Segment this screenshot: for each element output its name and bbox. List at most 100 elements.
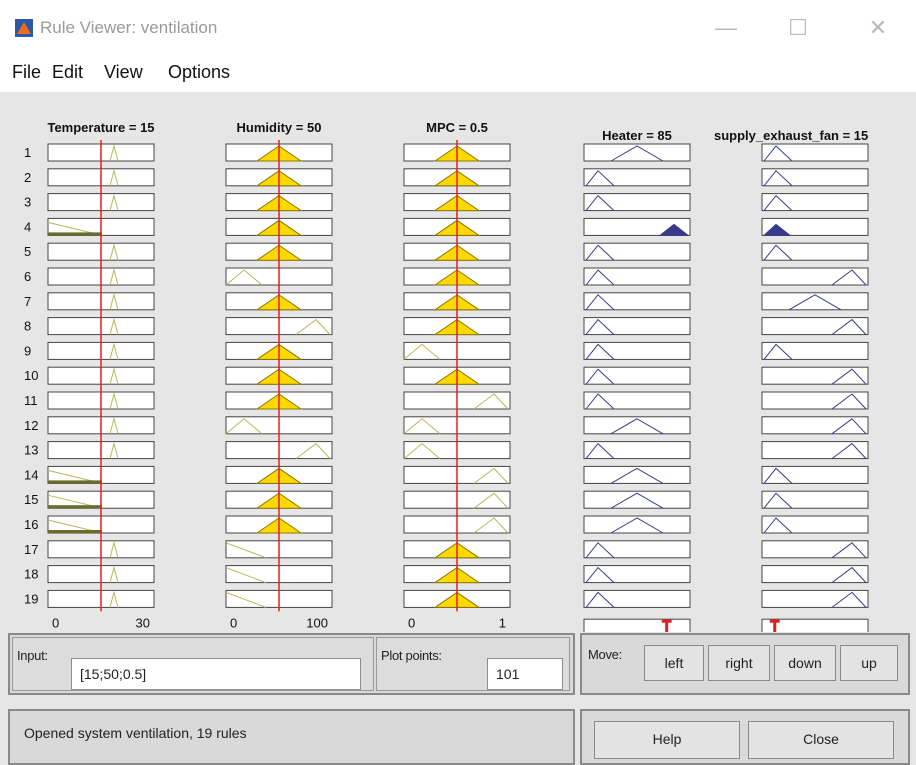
status-panel: Opened system ventilation, 19 rules xyxy=(8,709,575,765)
rule-number[interactable]: 7 xyxy=(24,294,31,309)
rule-18-var-4[interactable] xyxy=(583,565,691,584)
status-text: Opened system ventilation, 19 rules xyxy=(24,725,247,741)
rule-19-var-5[interactable] xyxy=(761,589,869,608)
rule-15-var-5[interactable] xyxy=(761,490,869,509)
rule-2-var-4[interactable] xyxy=(583,168,691,187)
range-max-label: 1 xyxy=(499,615,506,630)
variable-title-2: Humidity = 50 xyxy=(237,120,322,135)
rule-18-var-5[interactable] xyxy=(761,565,869,584)
menu-view[interactable]: View xyxy=(104,62,143,83)
rule-number[interactable]: 15 xyxy=(24,492,38,507)
rule-7-var-5[interactable] xyxy=(761,292,869,311)
aggregate-output-1[interactable] xyxy=(583,618,691,632)
rule-11-var-4[interactable] xyxy=(583,391,691,410)
rule-number[interactable]: 11 xyxy=(24,393,38,408)
rule-17-var-4[interactable] xyxy=(583,540,691,559)
rule-16-var-5[interactable] xyxy=(761,515,869,534)
rule-19-var-4[interactable] xyxy=(583,589,691,608)
rule-13-var-4[interactable] xyxy=(583,441,691,460)
close-button[interactable]: Close xyxy=(748,721,894,759)
rule-12-var-5[interactable] xyxy=(761,416,869,435)
rule-number[interactable]: 17 xyxy=(24,542,38,557)
move-right-button[interactable]: right xyxy=(708,645,770,681)
plot-points-subpanel: Plot points: 101 xyxy=(376,637,570,691)
rule-8-var-5[interactable] xyxy=(761,317,869,336)
menu-bar: File Edit View Options xyxy=(0,56,916,92)
rule-16-var-4[interactable] xyxy=(583,515,691,534)
variable-title-4: Heater = 85 xyxy=(602,128,672,143)
move-label: Move: xyxy=(588,647,622,662)
input-panel: Input: [15;50;0.5] Plot points: 101 xyxy=(8,633,575,695)
matlab-app-icon xyxy=(15,19,33,37)
input-label: Input: xyxy=(17,648,48,663)
variable-title-1: Temperature = 15 xyxy=(47,120,154,135)
rule-17-var-5[interactable] xyxy=(761,540,869,559)
menu-options[interactable]: Options xyxy=(168,62,230,83)
range-min-label: 0 xyxy=(408,615,415,630)
rule-number[interactable]: 18 xyxy=(24,567,38,582)
rule-number[interactable]: 19 xyxy=(24,591,38,606)
input-subpanel: Input: [15;50;0.5] xyxy=(12,637,374,691)
rule-number[interactable]: 2 xyxy=(24,170,31,185)
rule-number[interactable]: 5 xyxy=(24,244,31,259)
rule-number[interactable]: 14 xyxy=(24,467,38,482)
rule-5-var-4[interactable] xyxy=(583,242,691,261)
rule-8-var-4[interactable] xyxy=(583,317,691,336)
window-title: Rule Viewer: ventilation xyxy=(40,18,218,37)
move-down-button[interactable]: down xyxy=(774,645,836,681)
range-min-label: 0 xyxy=(52,615,59,630)
rule-1-var-5[interactable] xyxy=(761,143,869,162)
rule-number[interactable]: 13 xyxy=(24,443,38,458)
rule-14-var-4[interactable] xyxy=(583,465,691,484)
rule-number[interactable]: 3 xyxy=(24,195,31,210)
rule-number[interactable]: 16 xyxy=(24,517,38,532)
range-min-label: 0 xyxy=(230,615,237,630)
move-left-button[interactable]: left xyxy=(644,645,704,681)
rule-2-var-5[interactable] xyxy=(761,168,869,187)
rule-10-var-4[interactable] xyxy=(583,366,691,385)
rule-5-var-5[interactable] xyxy=(761,242,869,261)
range-max-label: 100 xyxy=(306,615,328,630)
close-window-button[interactable]: ✕ xyxy=(858,10,898,46)
rule-number[interactable]: 8 xyxy=(24,319,31,334)
rule-11-var-5[interactable] xyxy=(761,391,869,410)
rule-6-var-4[interactable] xyxy=(583,267,691,286)
aggregate-output-2[interactable] xyxy=(761,618,869,632)
rule-number[interactable]: 10 xyxy=(24,368,38,383)
move-up-button[interactable]: up xyxy=(840,645,898,681)
variable-title-5: supply_exhaust_fan = 15 xyxy=(714,128,868,143)
rule-14-var-5[interactable] xyxy=(761,465,869,484)
rule-number[interactable]: 6 xyxy=(24,269,31,284)
rule-number[interactable]: 1 xyxy=(24,145,31,160)
rule-9-var-4[interactable] xyxy=(583,341,691,360)
rule-3-var-4[interactable] xyxy=(583,193,691,212)
plot-points-label: Plot points: xyxy=(381,648,442,663)
menu-file[interactable]: File xyxy=(12,62,41,83)
rule-plot-area[interactable]: Temperature = 15 Humidity = 50 MPC = 0.5 He… xyxy=(0,92,916,632)
rule-4-var-5[interactable] xyxy=(761,217,869,236)
help-button[interactable]: Help xyxy=(594,721,740,759)
variable-title-3: MPC = 0.5 xyxy=(426,120,488,135)
rule-3-var-5[interactable] xyxy=(761,193,869,212)
rule-12-var-4[interactable] xyxy=(583,416,691,435)
rule-number[interactable]: 12 xyxy=(24,418,38,433)
rule-13-var-5[interactable] xyxy=(761,441,869,460)
rule-9-var-5[interactable] xyxy=(761,341,869,360)
range-max-label: 30 xyxy=(136,615,150,630)
rule-1-var-4[interactable] xyxy=(583,143,691,162)
rule-7-var-4[interactable] xyxy=(583,292,691,311)
minimize-button[interactable]: — xyxy=(706,10,746,46)
maximize-button[interactable]: ☐ xyxy=(778,10,818,46)
rule-15-var-4[interactable] xyxy=(583,490,691,509)
rule-number[interactable]: 9 xyxy=(24,343,31,358)
menu-edit[interactable]: Edit xyxy=(52,62,83,83)
rule-4-var-4[interactable] xyxy=(583,217,691,236)
input-vector-field[interactable]: [15;50;0.5] xyxy=(71,658,361,690)
plot-points-field[interactable]: 101 xyxy=(487,658,563,690)
title-bar: Rule Viewer: ventilation — ☐ ✕ xyxy=(0,0,916,56)
help-close-panel: Help Close xyxy=(580,709,910,765)
rule-10-var-5[interactable] xyxy=(761,366,869,385)
rule-6-var-5[interactable] xyxy=(761,267,869,286)
rule-viewer-figure: Temperature = 15 Humidity = 50 MPC = 0.5 He… xyxy=(0,92,916,765)
rule-number[interactable]: 4 xyxy=(24,219,31,234)
